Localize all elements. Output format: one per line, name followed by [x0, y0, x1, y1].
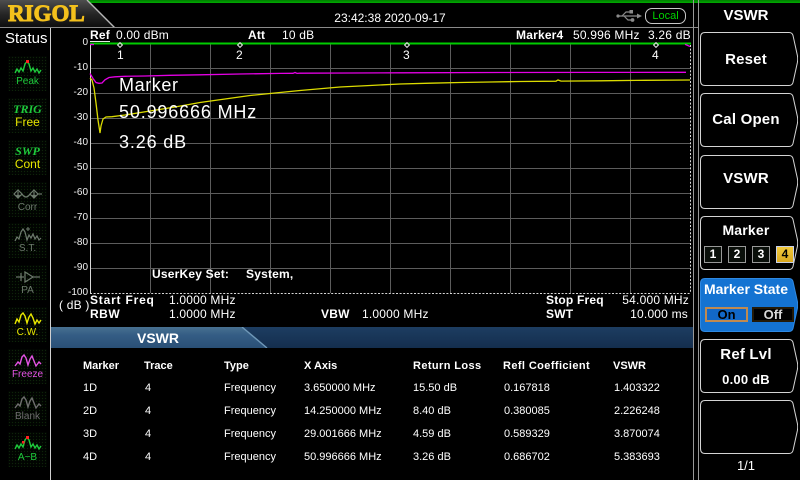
- svg-text:VSWR: VSWR: [137, 330, 179, 346]
